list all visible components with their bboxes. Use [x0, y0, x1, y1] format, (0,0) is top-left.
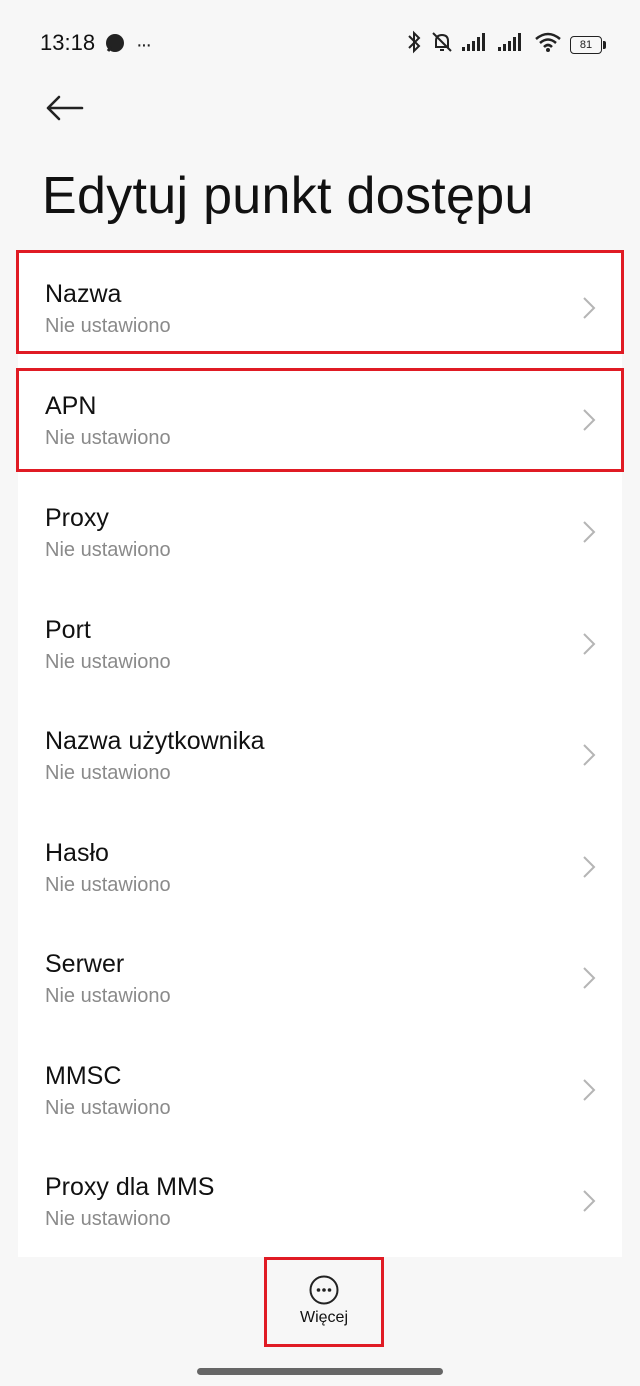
setting-value: Nie ustawiono [45, 1208, 171, 1230]
setting-value: Nie ustawiono [45, 315, 171, 337]
setting-value: Nie ustawiono [45, 1097, 171, 1119]
more-button[interactable]: Więcej [264, 1257, 384, 1347]
setting-title: Proxy dla MMS [45, 1173, 215, 1201]
overflow-dots: ··· [136, 34, 152, 56]
setting-title: Port [45, 616, 91, 644]
setting-value: Nie ustawiono [45, 874, 171, 896]
setting-title: MMSC [45, 1062, 122, 1090]
setting-item-server[interactable]: Serwer Nie ustawiono [18, 932, 622, 1032]
setting-value: Nie ustawiono [45, 985, 171, 1007]
settings-list: Nazwa Nie ustawiono APN Nie ustawiono Pr… [16, 250, 624, 1257]
chevron-right-icon [583, 409, 596, 431]
bell-muted-icon [430, 30, 454, 59]
bluetooth-icon [406, 30, 422, 59]
chevron-right-icon [583, 297, 596, 319]
setting-title: Serwer [45, 950, 125, 978]
setting-item-password[interactable]: Hasło Nie ustawiono [18, 821, 622, 921]
chevron-right-icon [583, 744, 596, 766]
chevron-right-icon [583, 856, 596, 878]
setting-item-nazwa[interactable]: Nazwa Nie ustawiono [16, 250, 624, 354]
signal-icon [498, 32, 526, 57]
chevron-right-icon [583, 1190, 596, 1212]
setting-item-apn[interactable]: APN Nie ustawiono [16, 368, 624, 472]
message-bubble-icon [104, 32, 126, 59]
battery-icon: 81 [570, 35, 606, 54]
setting-title: Nazwa użytkownika [45, 727, 265, 755]
setting-value: Nie ustawiono [45, 427, 171, 449]
status-time: 13:18 [40, 30, 96, 55]
home-indicator[interactable] [197, 1368, 443, 1375]
setting-value: Nie ustawiono [45, 539, 171, 561]
back-button[interactable] [40, 88, 88, 132]
chevron-right-icon [583, 1079, 596, 1101]
signal-icon [462, 32, 490, 57]
setting-title: APN [45, 392, 97, 420]
setting-item-proxy[interactable]: Proxy Nie ustawiono [18, 486, 622, 586]
setting-title: Hasło [45, 839, 109, 867]
wifi-icon [534, 31, 562, 58]
setting-value: Nie ustawiono [45, 762, 171, 784]
more-dots-icon [309, 1275, 339, 1305]
chevron-right-icon [583, 521, 596, 543]
chevron-right-icon [583, 967, 596, 989]
status-bar: 13:18 ··· 81 [0, 0, 640, 86]
setting-title: Proxy [45, 504, 109, 532]
setting-item-username[interactable]: Nazwa użytkownika Nie ustawiono [18, 709, 622, 809]
setting-item-mmsc[interactable]: MMSC Nie ustawiono [18, 1044, 622, 1144]
setting-title: Nazwa [45, 280, 122, 308]
arrow-left-icon [44, 94, 84, 127]
setting-item-port[interactable]: Port Nie ustawiono [18, 598, 622, 698]
setting-item-mms-proxy[interactable]: Proxy dla MMS Nie ustawiono [18, 1155, 622, 1255]
more-label: Więcej [299, 1309, 348, 1326]
chevron-right-icon [583, 633, 596, 655]
setting-value: Nie ustawiono [45, 651, 171, 673]
status-right-icons: 81 [406, 30, 606, 59]
status-left-icons: ··· [104, 32, 152, 59]
page-title: Edytuj punkt dostępu [42, 167, 534, 225]
